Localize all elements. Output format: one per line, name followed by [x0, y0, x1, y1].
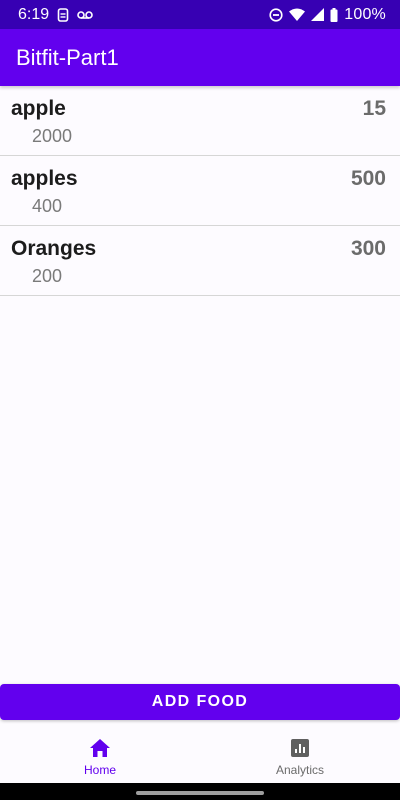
voicemail-icon	[77, 10, 93, 20]
status-bar: 6:19 100%	[0, 0, 400, 29]
battery-icon	[330, 7, 338, 22]
gesture-home-handle[interactable]	[136, 791, 264, 795]
food-sub-value: 2000	[32, 126, 73, 146]
sim-card-icon	[57, 7, 69, 22]
do-not-disturb-icon	[269, 7, 283, 22]
food-calories: 500	[350, 167, 386, 190]
food-calories: 15	[362, 97, 386, 120]
status-left: 6:19	[18, 6, 93, 24]
status-time: 6:19	[18, 5, 50, 23]
add-food-button[interactable]: ADD FOOD	[0, 684, 400, 720]
food-sub-value: 400	[32, 196, 63, 216]
list-item[interactable]: Oranges 200 300	[0, 226, 400, 296]
nav-label-home: Home	[83, 763, 116, 777]
list-item[interactable]: apples 400 500	[0, 156, 400, 226]
app-bar: Bitfit-Part1	[0, 29, 400, 86]
system-navigation-bar	[0, 783, 400, 800]
food-name: Oranges	[11, 237, 97, 260]
analytics-icon	[290, 737, 310, 759]
food-calories: 300	[350, 237, 386, 260]
nav-label-analytics: Analytics	[275, 763, 325, 777]
food-name: apple	[11, 97, 66, 120]
food-list: apple 2000 15 apples 400 500 Oranges 200…	[0, 86, 400, 296]
nav-item-home[interactable]: Home	[0, 724, 200, 783]
wifi-icon	[289, 8, 306, 21]
status-right: 100%	[269, 6, 386, 24]
list-item[interactable]: apple 2000 15	[0, 86, 400, 156]
app-title: Bitfit-Part1	[16, 44, 119, 70]
food-name: apples	[11, 167, 78, 190]
bottom-navigation: Home Analytics	[0, 724, 400, 783]
food-sub-value: 200	[32, 266, 63, 286]
nav-item-analytics[interactable]: Analytics	[200, 724, 400, 783]
home-icon	[89, 737, 111, 759]
battery-percentage: 100%	[344, 5, 386, 23]
signal-icon	[311, 8, 325, 21]
